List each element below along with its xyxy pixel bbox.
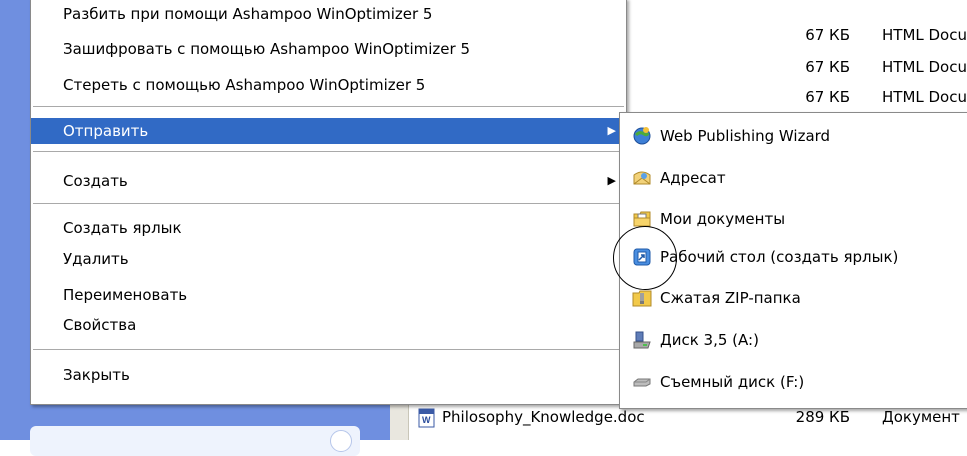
menu-item-properties[interactable]: Свойства — [31, 312, 626, 338]
submenu-arrow-icon: ▶ — [607, 124, 616, 137]
menu-item-label: Зашифровать с помощью Ashampoo WinOptimi… — [63, 40, 470, 58]
menu-item-wipe[interactable]: Стереть с помощью Ashampoo WinOptimizer … — [31, 72, 626, 98]
collapse-icon[interactable] — [330, 430, 352, 452]
submenu-item-label: Съемный диск (F:) — [660, 373, 805, 391]
menu-item-label: Разбить при помощи Ashampoo WinOptimizer… — [63, 5, 433, 23]
file-size: 289 КБ — [795, 408, 850, 426]
menu-item-label: Создать — [63, 172, 128, 190]
file-type: HTML Docu — [882, 58, 967, 76]
send-to-mail-recipient[interactable]: Адресат — [620, 159, 967, 197]
menu-item-split[interactable]: Разбить при помощи Ashampoo WinOptimizer… — [31, 1, 626, 27]
menu-item-create-shortcut[interactable]: Создать ярлык — [31, 215, 626, 241]
file-row[interactable]: W Philosophy_Knowledge.doc 289 КБ Докуме… — [390, 406, 967, 430]
send-to-floppy-drive[interactable]: Диск 3,5 (A:) — [620, 321, 967, 359]
file-type: Документ — [882, 408, 960, 426]
web-publishing-wizard-icon — [633, 127, 651, 145]
menu-separator — [33, 349, 624, 350]
send-to-web-publishing-wizard[interactable]: Web Publishing Wizard — [620, 117, 967, 155]
menu-item-label: Отправить — [63, 122, 149, 140]
send-to-submenu: Web Publishing Wizard Адресат Мои докуме… — [619, 112, 967, 409]
menu-item-encrypt[interactable]: Зашифровать с помощью Ashampoo WinOptimi… — [31, 36, 626, 62]
submenu-item-label: Web Publishing Wizard — [660, 127, 831, 145]
file-type: HTML Docu — [882, 26, 967, 44]
menu-item-send-to[interactable]: Отправить ▶ — [31, 118, 626, 144]
floppy-drive-icon — [633, 331, 651, 349]
menu-item-new[interactable]: Создать ▶ — [31, 168, 626, 194]
menu-item-rename[interactable]: Переименовать — [31, 282, 626, 308]
svg-text:W: W — [422, 415, 431, 425]
file-size: 67 КБ — [805, 58, 850, 76]
file-type: HTML Docu — [882, 88, 967, 106]
removable-disk-icon — [633, 378, 651, 387]
submenu-item-label: Сжатая ZIP-папка — [660, 289, 801, 307]
my-documents-icon — [633, 211, 651, 227]
mail-recipient-icon — [633, 171, 651, 185]
file-size: 67 КБ — [805, 88, 850, 106]
send-to-my-documents[interactable]: Мои документы — [620, 200, 967, 238]
send-to-desktop-shortcut[interactable]: Рабочий стол (создать ярлык) — [620, 238, 967, 276]
zip-folder-icon — [632, 290, 652, 307]
file-size: 67 КБ — [805, 26, 850, 44]
menu-item-label: Создать ярлык — [63, 219, 182, 237]
word-document-icon: W — [418, 408, 435, 428]
menu-separator — [33, 203, 624, 204]
menu-item-label: Свойства — [63, 316, 137, 334]
file-name: Philosophy_Knowledge.doc — [442, 408, 645, 426]
menu-item-label: Стереть с помощью Ashampoo WinOptimizer … — [63, 76, 426, 94]
menu-item-close[interactable]: Закрыть — [31, 362, 626, 388]
submenu-arrow-icon: ▶ — [607, 174, 616, 187]
submenu-item-label: Адресат — [660, 169, 726, 187]
menu-item-delete[interactable]: Удалить — [31, 246, 626, 272]
menu-item-label: Закрыть — [63, 366, 130, 384]
submenu-item-label: Рабочий стол (создать ярлык) — [660, 248, 899, 266]
send-to-removable-disk[interactable]: Съемный диск (F:) — [620, 363, 967, 401]
submenu-item-label: Диск 3,5 (A:) — [660, 331, 759, 349]
context-menu: Разбить при помощи Ashampoo WinOptimizer… — [30, 0, 627, 405]
menu-item-label: Переименовать — [63, 286, 188, 304]
submenu-item-label: Мои документы — [660, 210, 786, 228]
menu-separator — [33, 151, 624, 152]
desktop-shortcut-icon — [633, 248, 651, 266]
send-to-zip-folder[interactable]: Сжатая ZIP-папка — [620, 279, 967, 317]
task-pane-section[interactable] — [30, 426, 360, 456]
menu-separator — [33, 106, 624, 107]
menu-item-label: Удалить — [63, 250, 129, 268]
